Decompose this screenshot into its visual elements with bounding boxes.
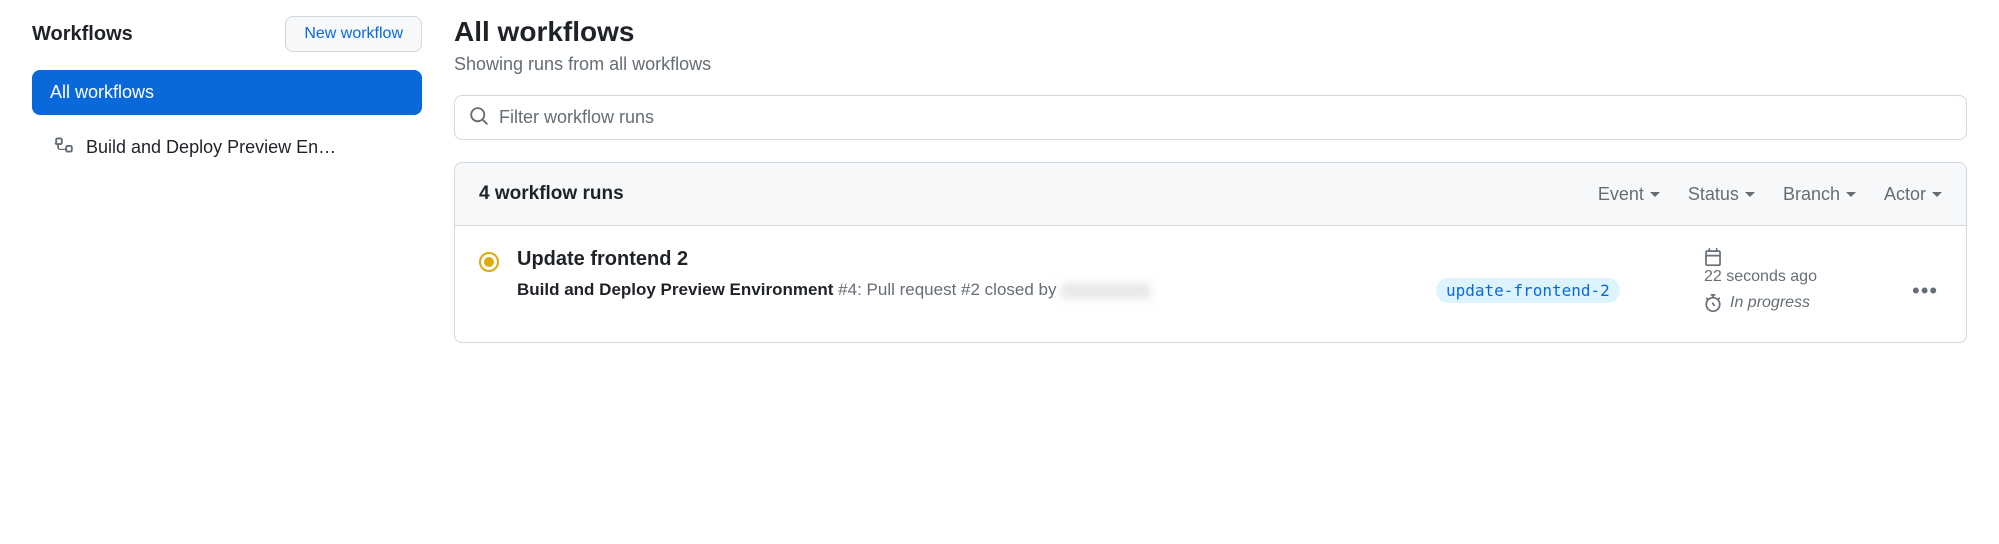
- runs-header: 4 workflow runs Event Status Branch Acto…: [455, 163, 1966, 226]
- search-bar[interactable]: [454, 95, 1967, 140]
- sidebar-item-workflow[interactable]: Build and Deploy Preview En…: [32, 123, 422, 172]
- run-workflow-name[interactable]: Build and Deploy Preview Environment: [517, 280, 833, 299]
- time-ago-row: 22 seconds ago: [1704, 268, 1894, 286]
- filter-status-label: Status: [1688, 184, 1739, 205]
- caret-down-icon: [1745, 192, 1755, 197]
- duration-status: In progress: [1730, 294, 1810, 312]
- filter-event-button[interactable]: Event: [1598, 184, 1660, 205]
- time-column: 22 seconds ago In progress: [1704, 248, 1894, 320]
- sidebar: Workflows New workflow All workflows Bui…: [32, 16, 422, 343]
- runs-count: 4 workflow runs: [479, 183, 1570, 205]
- filter-status-button[interactable]: Status: [1688, 184, 1755, 205]
- search-icon: [469, 106, 489, 129]
- filter-actor-label: Actor: [1884, 184, 1926, 205]
- status-in-progress-icon: [479, 252, 499, 272]
- sidebar-item-all-workflows[interactable]: All workflows: [32, 70, 422, 115]
- branch-label[interactable]: update-frontend-2: [1436, 278, 1620, 303]
- sidebar-item-label: Build and Deploy Preview En…: [86, 137, 336, 158]
- run-description: Build and Deploy Preview Environment #4:…: [517, 277, 1418, 303]
- calendar-icon: [1704, 248, 1722, 266]
- duration-line: In progress: [1704, 294, 1894, 312]
- stopwatch-icon: [1704, 294, 1722, 312]
- run-number: #4: [833, 280, 857, 299]
- kebab-icon: •••: [1912, 278, 1938, 303]
- filter-branch-button[interactable]: Branch: [1783, 184, 1856, 205]
- main-content: All workflows Showing runs from all work…: [454, 16, 1967, 343]
- branch-column: update-frontend-2: [1436, 248, 1686, 303]
- caret-down-icon: [1846, 192, 1856, 197]
- time-ago: 22 seconds ago: [1704, 268, 1817, 286]
- filter-actor-button[interactable]: Actor: [1884, 184, 1942, 205]
- run-row[interactable]: Update frontend 2 Build and Deploy Previ…: [455, 226, 1966, 342]
- filter-event-label: Event: [1598, 184, 1644, 205]
- caret-down-icon: [1932, 192, 1942, 197]
- workflow-icon: [54, 135, 74, 160]
- sidebar-header: Workflows New workflow: [32, 16, 422, 52]
- page-title: All workflows: [454, 16, 1967, 48]
- sidebar-item-label: All workflows: [50, 82, 154, 103]
- run-main: Update frontend 2 Build and Deploy Previ…: [517, 248, 1418, 303]
- page-subtitle: Showing runs from all workflows: [454, 54, 1967, 75]
- filter-branch-label: Branch: [1783, 184, 1840, 205]
- run-actions-menu[interactable]: •••: [1912, 248, 1942, 302]
- time-ago-line: [1704, 248, 1894, 266]
- caret-down-icon: [1650, 192, 1660, 197]
- new-workflow-button[interactable]: New workflow: [285, 16, 422, 52]
- search-input[interactable]: [499, 107, 1952, 128]
- run-event-text: : Pull request #2 closed by: [857, 280, 1061, 299]
- runs-box: 4 workflow runs Event Status Branch Acto…: [454, 162, 1967, 343]
- run-title[interactable]: Update frontend 2: [517, 248, 1418, 271]
- sidebar-title: Workflows: [32, 23, 133, 46]
- actor-name-redacted: [1061, 283, 1151, 299]
